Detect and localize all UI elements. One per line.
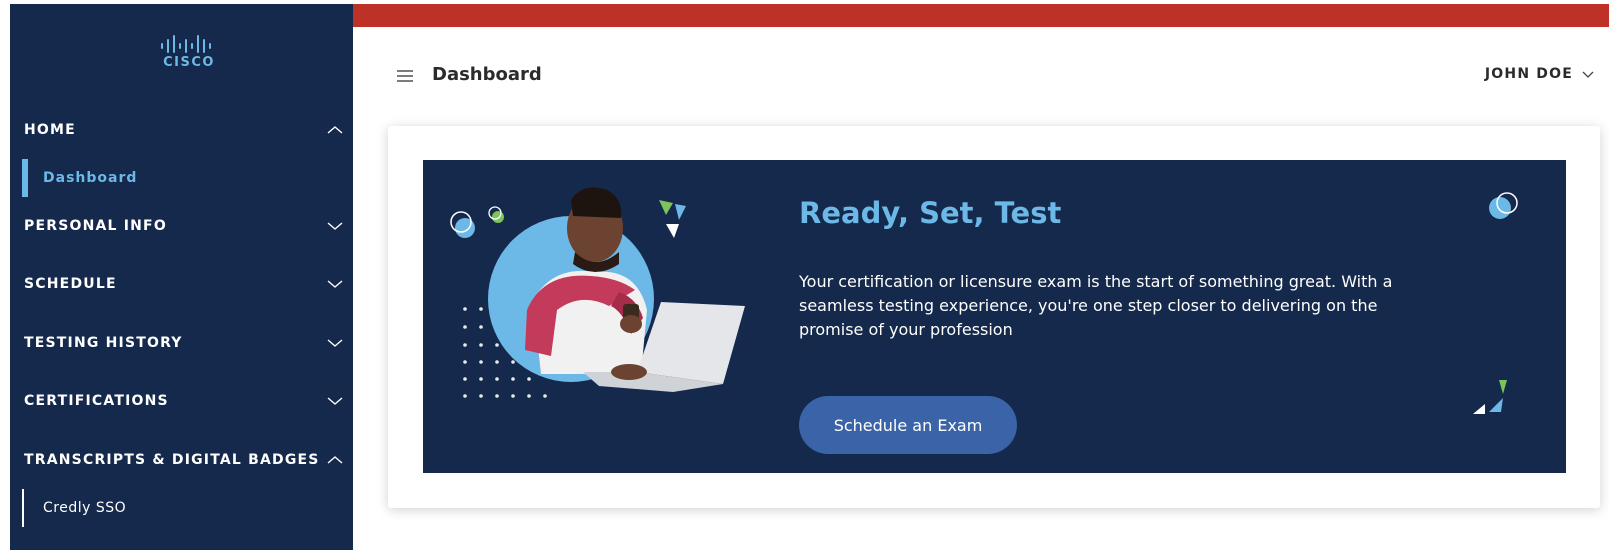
- nav-section-home[interactable]: HOME: [24, 118, 344, 142]
- nav-item-label: Credly SSO: [43, 500, 127, 516]
- cisco-logo[interactable]: CISCO: [158, 34, 220, 74]
- nav-section-personal-info[interactable]: PERSONAL INFO: [24, 214, 344, 238]
- logo-text: CISCO: [163, 55, 215, 70]
- nav-section-label: PERSONAL INFO: [24, 218, 167, 234]
- nav-item-dashboard[interactable]: Dashboard: [22, 159, 342, 197]
- top-accent-bar: [353, 4, 1609, 27]
- sidebar: CISCO HOME Dashboard PERSONAL INFO SCHED…: [10, 4, 353, 550]
- nav-section-label: SCHEDULE: [24, 276, 117, 292]
- nav-section-schedule[interactable]: SCHEDULE: [24, 272, 344, 296]
- schedule-exam-button[interactable]: Schedule an Exam: [799, 396, 1017, 454]
- nav-section-label: TESTING HISTORY: [24, 335, 183, 351]
- nav-item-credly-sso[interactable]: Credly SSO: [22, 489, 342, 527]
- hero-banner: Ready, Set, Test Your certification or l…: [423, 160, 1566, 473]
- nav-section-certifications[interactable]: CERTIFICATIONS: [24, 389, 344, 413]
- triangles-decoration-icon: [1473, 380, 1507, 414]
- cisco-bars-icon: [161, 35, 211, 53]
- chevron-down-icon: [327, 339, 343, 347]
- chevron-up-icon: [327, 456, 343, 464]
- nav-section-label: HOME: [24, 122, 76, 138]
- chevron-down-icon: [1582, 71, 1594, 78]
- menu-icon[interactable]: [397, 70, 413, 82]
- user-name: JOHN DOE: [1484, 66, 1573, 82]
- nav-item-label: Dashboard: [43, 170, 138, 186]
- nav-section-testing-history[interactable]: TESTING HISTORY: [24, 331, 344, 355]
- user-menu[interactable]: JOHN DOE: [1485, 66, 1595, 82]
- circles-decoration-icon: [1489, 192, 1518, 219]
- nav-section-label: TRANSCRIPTS & DIGITAL BADGES: [24, 452, 320, 468]
- banner-title: Ready, Set, Test: [799, 196, 1062, 230]
- person-with-laptop-illustration: [450, 187, 745, 398]
- chevron-up-icon: [327, 126, 343, 134]
- nav-section-transcripts-badges[interactable]: TRANSCRIPTS & DIGITAL BADGES: [24, 448, 344, 472]
- chevron-down-icon: [327, 280, 343, 288]
- nav-section-label: CERTIFICATIONS: [24, 393, 169, 409]
- chevron-down-icon: [327, 222, 343, 230]
- page-title: Dashboard: [432, 64, 542, 85]
- chevron-down-icon: [327, 397, 343, 405]
- banner-description: Your certification or licensure exam is …: [799, 272, 1393, 339]
